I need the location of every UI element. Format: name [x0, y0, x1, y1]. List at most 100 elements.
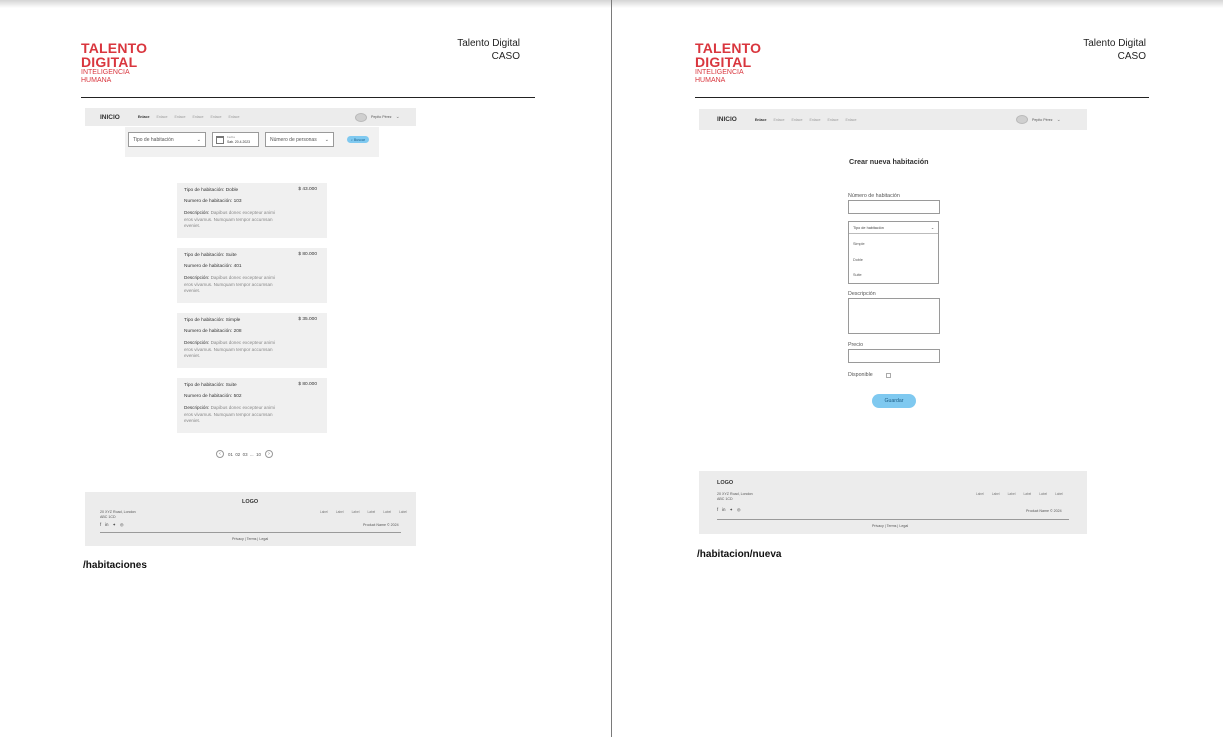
user-menu[interactable]: Pepito Pérez ⌄	[355, 112, 400, 122]
nav-link[interactable]: Enlace	[156, 115, 167, 119]
site-footer: LOGO 20 XYZ Road, London ABC 1CD f in ✦ …	[699, 471, 1087, 534]
footer-links: Label Label Label Label Label Label	[976, 492, 1063, 496]
nav-link[interactable]: Enlace	[791, 118, 802, 122]
footer-logo: LOGO	[717, 480, 734, 486]
available-checkbox[interactable]	[886, 373, 891, 378]
nav-link[interactable]: Enlace	[827, 118, 838, 122]
chevron-down-icon: ⌄	[324, 136, 329, 143]
pagination: ‹ 01 02 03 ... 10 ›	[216, 450, 273, 458]
description-textarea[interactable]	[848, 298, 940, 334]
prev-page-icon[interactable]: ‹	[216, 450, 224, 458]
price-input[interactable]	[848, 349, 940, 363]
nav-link[interactable]: Enlace	[138, 115, 150, 119]
facebook-icon[interactable]: f	[100, 522, 101, 527]
talento-digital-logo: TALENTO DIGITAL INTELIGENCIA HUMANA	[695, 40, 762, 84]
nav-link[interactable]: Enlace	[845, 118, 856, 122]
guests-select[interactable]: Número de personas ⌄	[265, 132, 334, 147]
room-card[interactable]: Tipo de habitación: Doble $ 43.000 Numer…	[177, 183, 327, 238]
site-footer: LOGO 20 XYZ Road, London ABC 1CD f in ✦ …	[85, 492, 416, 546]
room-number-input[interactable]	[848, 200, 940, 214]
linkedin-icon[interactable]: in	[105, 522, 108, 527]
header-rule	[81, 97, 535, 98]
footer-legal[interactable]: Privacy | Terms | Legal	[872, 524, 908, 528]
header-doc-info: Talento Digital CASO	[457, 38, 520, 62]
social-links: f in ✦ ◎	[100, 522, 124, 527]
room-card[interactable]: Tipo de habitación: Simple $ 35.000 Nume…	[177, 313, 327, 368]
user-menu[interactable]: Pepito Pérez ⌄	[1016, 115, 1061, 124]
chevron-down-icon: ⌄	[395, 114, 400, 120]
calendar-icon	[216, 135, 224, 144]
navbar: INICIO Enlace Enlace Enlace Enlace Enlac…	[699, 109, 1087, 130]
footer-link[interactable]: Label	[1023, 492, 1031, 496]
talento-digital-logo: TALENTO DIGITAL INTELIGENCIA HUMANA	[81, 40, 148, 84]
nav-link[interactable]: Enlace	[174, 115, 185, 119]
room-number-label: Número de habitación	[848, 193, 900, 199]
footer-legal[interactable]: Privacy | Terms | Legal	[232, 537, 268, 541]
header-rule	[695, 97, 1149, 98]
room-card[interactable]: Tipo de habitación: Suite $ 80.000 Numer…	[177, 248, 327, 303]
nav-link[interactable]: Enlace	[228, 115, 239, 119]
footer-address: 20 XYZ Road, London ABC 1CD	[100, 510, 136, 519]
next-page-icon[interactable]: ›	[264, 450, 273, 458]
room-card[interactable]: Tipo de habitación: Suite $ 80.000 Numer…	[177, 378, 327, 433]
footer-link[interactable]: Label	[320, 510, 328, 514]
nav-link[interactable]: Enlace	[809, 118, 820, 122]
nav-brand[interactable]: INICIO	[717, 116, 737, 123]
nav-link[interactable]: Enlace	[210, 115, 221, 119]
footer-link[interactable]: Label	[383, 510, 391, 514]
dropdown-option[interactable]: Simple	[853, 242, 865, 246]
form-title: Crear nueva habitación	[849, 157, 929, 166]
chevron-down-icon: ⌄	[1056, 116, 1061, 123]
dropdown-option[interactable]: Suite	[853, 273, 862, 277]
search-button[interactable]: ⌕ Buscar	[347, 136, 369, 143]
footer-links: Label Label Label Label Label Label	[320, 510, 407, 514]
nav-link[interactable]: Enlace	[755, 118, 767, 122]
footer-divider	[717, 519, 1069, 520]
room-type-select[interactable]: Tipo de habitación ⌄	[128, 132, 206, 147]
footer-logo: LOGO	[242, 499, 259, 505]
price-label: Precio	[848, 342, 864, 348]
page-numbers[interactable]: 01 02 03 ... 10	[228, 452, 261, 457]
social-links: f in ✦ ◎	[717, 507, 741, 512]
header-doc-info: Talento Digital CASO	[1083, 38, 1146, 62]
instagram-icon[interactable]: ◎	[737, 507, 741, 512]
footer-link[interactable]: Label	[352, 510, 360, 514]
save-button[interactable]: Guardar	[872, 394, 916, 408]
twitter-icon[interactable]: ✦	[729, 507, 733, 512]
page-habitacion-nueva: TALENTO DIGITAL INTELIGENCIA HUMANA Tale…	[612, 0, 1223, 737]
page-habitaciones: TALENTO DIGITAL INTELIGENCIA HUMANA Tale…	[0, 0, 611, 737]
room-type-dropdown[interactable]: Tipo de habitación ⌄ Simple Doble Suite	[848, 221, 939, 284]
navbar: INICIO Enlace Enlace Enlace Enlace Enlac…	[85, 108, 416, 126]
avatar	[355, 112, 367, 122]
twitter-icon[interactable]: ✦	[112, 522, 116, 527]
footer-link[interactable]: Label	[992, 492, 1000, 496]
available-label: Disponible	[848, 372, 873, 378]
footer-copyright: Product Name © 2024	[363, 523, 399, 527]
description-label: Descripción	[848, 291, 876, 297]
instagram-icon[interactable]: ◎	[120, 522, 124, 527]
nav-links: Enlace Enlace Enlace Enlace Enlace Enlac…	[755, 118, 857, 122]
facebook-icon[interactable]: f	[717, 507, 718, 512]
date-picker[interactable]: Fecha Sab. 20.4.2023	[212, 132, 259, 147]
footer-copyright: Product Name © 2024	[1026, 509, 1062, 513]
chevron-down-icon: ⌄	[930, 226, 934, 230]
avatar	[1016, 115, 1028, 124]
nav-links: Enlace Enlace Enlace Enlace Enlace Enlac…	[138, 115, 240, 119]
footer-link[interactable]: Label	[1008, 492, 1016, 496]
footer-link[interactable]: Label	[976, 492, 984, 496]
footer-address: 20 XYZ Road, London ABC 1CD	[717, 492, 753, 501]
nav-brand[interactable]: INICIO	[100, 114, 120, 121]
footer-link[interactable]: Label	[1039, 492, 1047, 496]
search-icon: ⌕	[350, 137, 353, 142]
footer-link[interactable]: Label	[336, 510, 344, 514]
dropdown-option[interactable]: Doble	[853, 258, 863, 262]
footer-link[interactable]: Label	[399, 510, 407, 514]
nav-link[interactable]: Enlace	[192, 115, 203, 119]
route-caption: /habitaciones	[83, 560, 147, 571]
footer-link[interactable]: Label	[1055, 492, 1063, 496]
route-caption: /habitacion/nueva	[697, 549, 782, 560]
footer-link[interactable]: Label	[367, 510, 375, 514]
linkedin-icon[interactable]: in	[722, 507, 725, 512]
nav-link[interactable]: Enlace	[773, 118, 784, 122]
footer-divider	[100, 532, 401, 533]
